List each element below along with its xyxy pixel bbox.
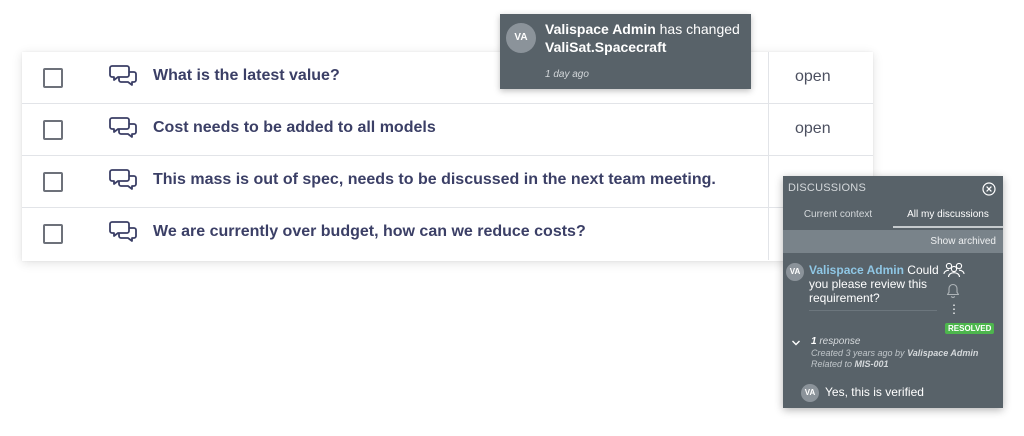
discussion-author[interactable]: Valispace Admin bbox=[809, 263, 904, 277]
response-label: response bbox=[816, 336, 861, 347]
avatar: VA bbox=[786, 263, 804, 281]
status-text: open bbox=[795, 68, 831, 85]
row-checkbox[interactable] bbox=[43, 172, 63, 192]
discussion-divider bbox=[809, 310, 937, 311]
related-info: Related to MIS-001 bbox=[811, 359, 889, 369]
status-badge: RESOLVED bbox=[945, 323, 995, 334]
tab-all-my-discussions[interactable]: All my discussions bbox=[893, 202, 1003, 228]
comment-icon bbox=[109, 169, 137, 190]
row-checkbox[interactable] bbox=[43, 68, 63, 88]
tab-current-context[interactable]: Current context bbox=[783, 202, 893, 228]
notification-action: has changed bbox=[655, 21, 740, 37]
created-info: Created 3 years ago by Valispace Admin bbox=[811, 348, 978, 358]
comment-icon bbox=[109, 65, 137, 86]
comment-icon bbox=[109, 221, 137, 242]
chevron-down-icon[interactable] bbox=[791, 339, 801, 347]
bell-icon[interactable] bbox=[946, 283, 960, 299]
status-text: open bbox=[795, 120, 831, 137]
discussions-panel: DISCUSSIONS Current context All my discu… bbox=[783, 176, 1003, 408]
notification-message: Valispace Admin has changed bbox=[545, 21, 740, 37]
created-by: Valispace Admin bbox=[907, 348, 979, 358]
notification-user[interactable]: Valispace Admin bbox=[545, 21, 656, 37]
status-cell: open bbox=[768, 104, 873, 156]
comment-icon bbox=[109, 117, 137, 138]
show-archived-link[interactable]: Show archived bbox=[930, 236, 996, 247]
notification-time: 1 day ago bbox=[545, 69, 589, 80]
close-icon[interactable] bbox=[982, 182, 996, 196]
discussion-title[interactable]: Cost needs to be added to all models bbox=[153, 119, 436, 137]
panel-header: DISCUSSIONS bbox=[783, 176, 1003, 201]
table-row[interactable]: This mass is out of spec, needs to be di… bbox=[22, 156, 873, 208]
discussion-title[interactable]: What is the latest value? bbox=[153, 67, 340, 85]
avatar: VA bbox=[801, 384, 819, 402]
created-prefix: Created 3 years ago by bbox=[811, 348, 908, 358]
status-cell: open bbox=[768, 52, 873, 104]
reply-message: Yes, this is verified bbox=[825, 385, 924, 399]
row-checkbox[interactable] bbox=[43, 224, 63, 244]
table-row[interactable]: We are currently over budget, how can we… bbox=[22, 208, 873, 260]
notification-object[interactable]: ValiSat.Spacecraft bbox=[545, 39, 666, 55]
avatar: VA bbox=[506, 23, 536, 53]
more-icon[interactable]: ⋮ bbox=[948, 302, 960, 316]
participants-icon[interactable] bbox=[943, 262, 965, 278]
discussion-message[interactable]: Valispace Admin Could you please review … bbox=[809, 263, 944, 305]
panel-title: DISCUSSIONS bbox=[788, 182, 866, 194]
table-row[interactable]: Cost needs to be added to all models ope… bbox=[22, 104, 873, 156]
row-checkbox[interactable] bbox=[43, 120, 63, 140]
discussion-title[interactable]: This mass is out of spec, needs to be di… bbox=[153, 171, 716, 189]
related-prefix: Related to bbox=[811, 359, 855, 369]
change-notification[interactable]: VA Valispace Admin has changed ValiSat.S… bbox=[500, 14, 751, 89]
discussion-title[interactable]: We are currently over budget, how can we… bbox=[153, 223, 586, 241]
related-link[interactable]: MIS-001 bbox=[855, 359, 889, 369]
response-count[interactable]: 1 response bbox=[811, 336, 860, 347]
archived-bar: Show archived bbox=[783, 230, 1003, 253]
